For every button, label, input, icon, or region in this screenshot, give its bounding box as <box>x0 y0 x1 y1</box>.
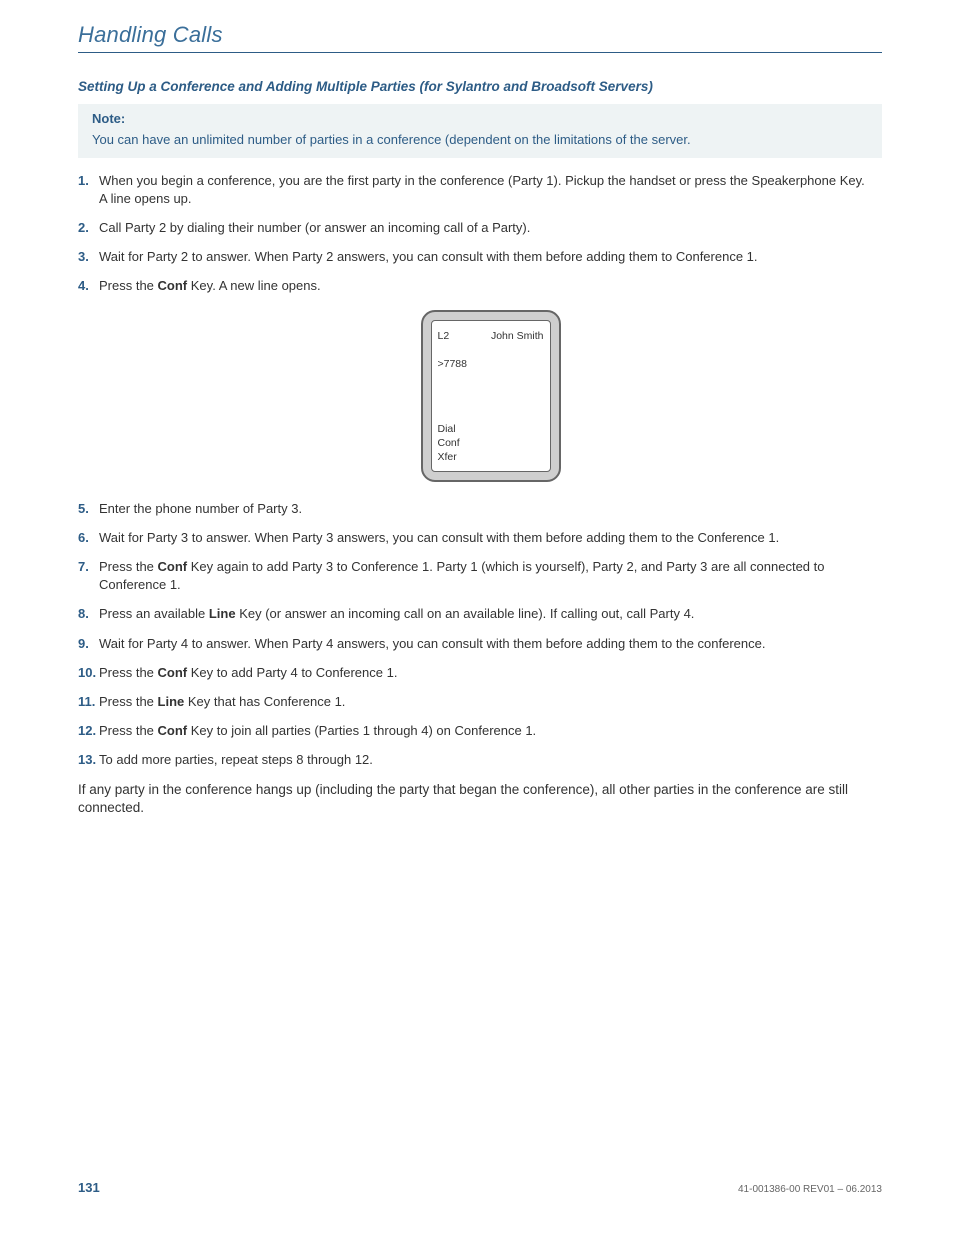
note-text: You can have an unlimited number of part… <box>92 131 868 150</box>
step-item: Wait for Party 2 to answer. When Party 2… <box>78 248 882 266</box>
step-item: Press the Line Key that has Conference 1… <box>78 693 882 711</box>
step-text-post: Key that has Conference 1. <box>184 694 345 709</box>
phone-caller-name: John Smith <box>491 329 544 344</box>
step-text-pre: Press the <box>99 278 158 293</box>
phone-dialed-number: >7788 <box>438 357 544 372</box>
step-text-pre: Press an available <box>99 606 209 621</box>
closing-paragraph: If any party in the conference hangs up … <box>78 781 882 819</box>
step-text-line2: A line opens up. <box>99 191 192 206</box>
step-text: Wait for Party 4 to answer. When Party 4… <box>99 636 765 651</box>
step-item: Wait for Party 3 to answer. When Party 3… <box>78 529 882 547</box>
step-item: Press the Conf Key again to add Party 3 … <box>78 558 882 594</box>
step-text-post: Key again to add Party 3 to Conference 1… <box>99 559 824 592</box>
step-item: Press the Conf Key. A new line opens. L2… <box>78 277 882 481</box>
step-item: To add more parties, repeat steps 8 thro… <box>78 751 882 769</box>
step-item: Call Party 2 by dialing their number (or… <box>78 219 882 237</box>
step-item: Wait for Party 4 to answer. When Party 4… <box>78 635 882 653</box>
step-text: Call Party 2 by dialing their number (or… <box>99 220 530 235</box>
document-id: 41-001386-00 REV01 – 06.2013 <box>738 1184 882 1195</box>
step-text: Enter the phone number of Party 3. <box>99 501 302 516</box>
phone-softkeys: Dial Conf Xfer <box>438 422 544 465</box>
step-text-bold: Conf <box>158 559 188 574</box>
header-rule <box>78 52 882 53</box>
step-text: Wait for Party 3 to answer. When Party 3… <box>99 530 779 545</box>
step-text-post: Key to join all parties (Parties 1 throu… <box>187 723 536 738</box>
step-item: Press the Conf Key to add Party 4 to Con… <box>78 664 882 682</box>
page-number: 131 <box>78 1180 100 1195</box>
step-text-pre: Press the <box>99 559 158 574</box>
step-text-pre: Press the <box>99 665 158 680</box>
phone-softkey-xfer: Xfer <box>438 450 544 464</box>
step-text-bold: Line <box>158 694 185 709</box>
step-item: Press the Conf Key to join all parties (… <box>78 722 882 740</box>
step-text-post: Key (or answer an incoming call on an av… <box>236 606 695 621</box>
step-item: When you begin a conference, you are the… <box>78 172 882 208</box>
step-text: To add more parties, repeat steps 8 thro… <box>99 752 373 767</box>
step-text: When you begin a conference, you are the… <box>99 173 865 188</box>
page-footer: 131 41-001386-00 REV01 – 06.2013 <box>78 1180 882 1195</box>
note-box: Note: You can have an unlimited number o… <box>78 104 882 158</box>
step-text-post: Key to add Party 4 to Conference 1. <box>187 665 397 680</box>
step-item: Press an available Line Key (or answer a… <box>78 605 882 623</box>
step-text-post: Key. A new line opens. <box>187 278 320 293</box>
steps-list: When you begin a conference, you are the… <box>78 172 882 770</box>
phone-line-indicator: L2 <box>438 329 450 344</box>
note-label: Note: <box>92 110 868 129</box>
step-text: Wait for Party 2 to answer. When Party 2… <box>99 249 758 264</box>
step-text-bold: Conf <box>158 723 188 738</box>
step-text-bold: Conf <box>158 278 188 293</box>
phone-figure: L2 John Smith >7788 Dial Conf Xfer <box>99 310 882 482</box>
phone-screen: L2 John Smith >7788 Dial Conf Xfer <box>431 320 551 472</box>
step-text-bold: Line <box>209 606 236 621</box>
phone-softkey-dial: Dial <box>438 422 544 436</box>
step-text-pre: Press the <box>99 723 158 738</box>
page-header-title: Handling Calls <box>78 22 882 48</box>
phone-softkey-conf: Conf <box>438 436 544 450</box>
step-text-pre: Press the <box>99 694 158 709</box>
section-heading: Setting Up a Conference and Adding Multi… <box>78 79 882 94</box>
step-item: Enter the phone number of Party 3. <box>78 500 882 518</box>
phone-outer-frame: L2 John Smith >7788 Dial Conf Xfer <box>421 310 561 482</box>
step-text-bold: Conf <box>158 665 188 680</box>
